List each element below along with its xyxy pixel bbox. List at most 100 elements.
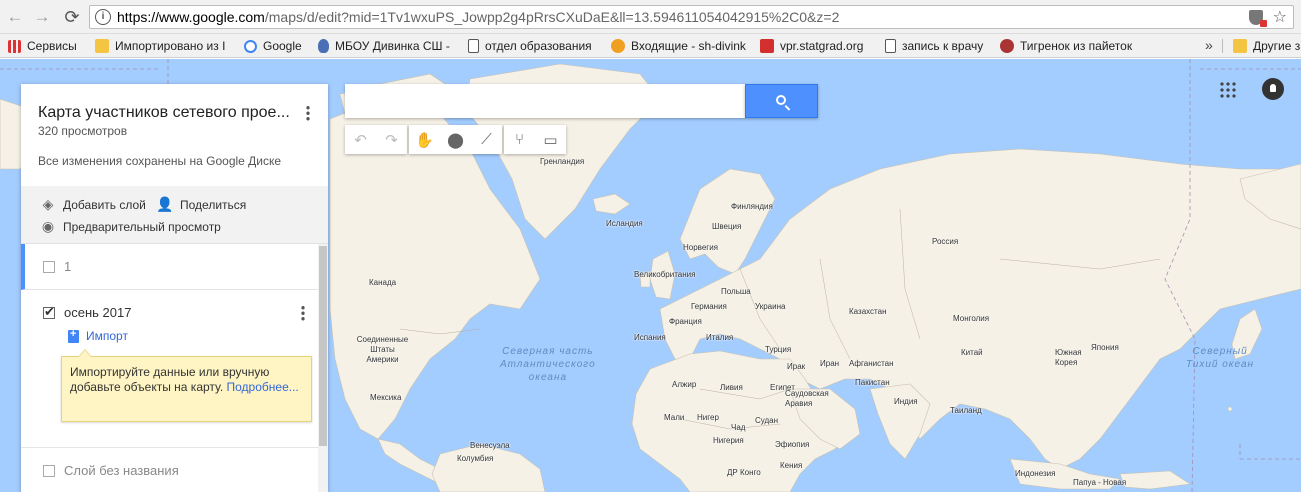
preview-button[interactable]: ◉ Предварительный просмотр [39, 218, 221, 235]
layer-row[interactable]: 1 [21, 244, 320, 290]
ruler-icon[interactable]: ▭ [535, 125, 566, 154]
bookmarks-overflow-button[interactable]: » [1205, 37, 1213, 53]
map-label-china[interactable]: Китай [961, 348, 983, 357]
notifications-icon[interactable] [1262, 78, 1284, 100]
map-label-norway[interactable]: Норвегия [683, 243, 718, 252]
map-label-iceland[interactable]: Исландия [606, 219, 643, 228]
layer-options-menu-icon[interactable] [301, 305, 305, 321]
address-bar[interactable]: i https://www.google.com/maps/d/edit?mid… [89, 5, 1294, 29]
redo-icon[interactable]: ↷ [376, 125, 407, 154]
panel-scroll-thumb[interactable] [319, 246, 327, 446]
share-button[interactable]: 👤 Поделиться [156, 196, 246, 213]
map-label-mexico[interactable]: Мексика [370, 393, 401, 402]
map-label-thailand[interactable]: Таиланд [950, 406, 982, 415]
import-file-icon [68, 328, 79, 343]
google-apps-icon[interactable] [1219, 81, 1236, 98]
map-label-colombia[interactable]: Колумбия [457, 454, 493, 463]
map-label-iraq[interactable]: Ирак [787, 362, 805, 371]
map-label-italy[interactable]: Италия [706, 333, 733, 342]
map-label-usa[interactable]: Соединенные Штаты Америки [355, 335, 410, 365]
bookmark-doctor[interactable]: запись к врачу [885, 37, 991, 55]
layer-name[interactable]: 1 [64, 259, 71, 274]
layer-checkbox[interactable] [43, 261, 55, 273]
undo-icon[interactable]: ↶ [345, 125, 376, 154]
map-label-turkey[interactable]: Турция [765, 345, 791, 354]
map-label-ethiopia[interactable]: Эфиопия [775, 440, 809, 449]
map-views-count: 320 просмотров [38, 124, 128, 138]
url-text[interactable]: https://www.google.com/maps/d/edit?mid=1… [117, 9, 839, 25]
map-label-north-pacific: Северный Тихий океан [1186, 346, 1255, 370]
line-icon[interactable]: ⟋ [471, 125, 502, 154]
bookmark-services[interactable]: Сервисы [8, 37, 88, 55]
map-label-spain[interactable]: Испания [634, 333, 666, 342]
map-label-iran[interactable]: Иран [820, 359, 839, 368]
site-info-icon[interactable]: i [95, 9, 111, 25]
map-label-algeria[interactable]: Алжир [672, 380, 696, 389]
hand-icon[interactable]: ✋ [409, 125, 440, 154]
directions-icon[interactable]: ⑂ [504, 125, 535, 154]
map-label-greenland[interactable]: Гренландия [540, 157, 584, 166]
map-label-pakistan[interactable]: Пакистан [855, 378, 890, 387]
map-label-indonesia[interactable]: Индонезия [1015, 469, 1055, 478]
add-layer-button[interactable]: ◈ Добавить слой [39, 196, 146, 213]
add-person-icon: 👤 [156, 196, 174, 212]
map-label-mali[interactable]: Мали [664, 413, 684, 422]
layer-checkbox[interactable] [43, 304, 55, 320]
layer-name[interactable]: осень 2017 [64, 305, 131, 320]
bookmark-other[interactable]: Другие з [1233, 37, 1301, 55]
map-label-japan[interactable]: Япония [1091, 343, 1119, 352]
map-label-venezuela[interactable]: Венесуэла [470, 441, 510, 450]
folder-icon [95, 39, 109, 53]
map-search-input[interactable] [345, 84, 745, 118]
extension-shield-icon[interactable] [1249, 10, 1267, 27]
reload-icon[interactable]: ⟳ [61, 6, 83, 28]
map-label-finland[interactable]: Финляндия [731, 202, 773, 211]
map-label-mongolia[interactable]: Монголия [953, 314, 989, 323]
map-label-saudi-arabia[interactable]: Саудовская Аравия [785, 389, 833, 409]
map-label-niger[interactable]: Нигер [697, 413, 719, 422]
bookmarks-bar: Сервисы Импортировано из I Google МБОУ Д… [0, 34, 1301, 58]
panel-header: Карта участников сетевого прое... 320 пр… [21, 84, 328, 186]
map-options-menu-icon[interactable] [306, 105, 310, 121]
bookmark-google[interactable]: Google [244, 37, 310, 55]
map-label-germany[interactable]: Германия [691, 302, 727, 311]
map-label-libya[interactable]: Ливия [720, 383, 743, 392]
map-label-kenya[interactable]: Кения [780, 461, 802, 470]
map-label-sudan[interactable]: Судан [755, 416, 778, 425]
map-label-dr-congo[interactable]: ДР Конго [727, 468, 761, 477]
map-label-nigeria[interactable]: Нигерия [713, 436, 744, 445]
bookmark-imported[interactable]: Импортировано из I [95, 37, 232, 55]
map-label-russia[interactable]: Россия [932, 237, 958, 246]
bookmark-inbox[interactable]: Входящие - sh-divink [611, 37, 751, 55]
bookmark-statgrad[interactable]: vpr.statgrad.org [760, 37, 874, 55]
bookmark-tiger[interactable]: Тигренок из пайеток [1000, 37, 1140, 55]
map-label-kazakhstan[interactable]: Казахстан [849, 307, 887, 316]
map-label-poland[interactable]: Польша [721, 287, 751, 296]
bookmark-school[interactable]: МБОУ Дивинка СШ - [318, 37, 454, 55]
layer-name[interactable]: Слой без названия [64, 463, 179, 478]
map-label-ukraine[interactable]: Украина [755, 302, 785, 311]
search-button[interactable] [745, 84, 818, 118]
map-label-north-atlantic: Северная часть Атлантического океана [500, 346, 596, 383]
back-arrow-icon[interactable]: ← [4, 6, 26, 28]
map-label-afghanistan[interactable]: Афганистан [849, 359, 894, 368]
marker-icon[interactable]: ⬤ [440, 125, 471, 154]
browser-toolbar: ← → ⟳ i https://www.google.com/maps/d/ed… [0, 0, 1301, 34]
map-label-france[interactable]: Франция [669, 317, 702, 326]
map-title[interactable]: Карта участников сетевого прое... [38, 104, 300, 122]
separator [1222, 39, 1223, 53]
import-link[interactable]: Импорт [68, 328, 128, 343]
map-label-india[interactable]: Индия [894, 397, 918, 406]
forward-arrow-icon[interactable]: → [31, 6, 53, 28]
undo-redo-group: ↶ ↷ [345, 125, 407, 154]
map-label-south-korea[interactable]: Южная Корея [1055, 348, 1085, 368]
bookmark-star-icon[interactable]: ☆ [1273, 7, 1287, 27]
map-label-canada[interactable]: Канада [369, 278, 396, 287]
learn-more-link[interactable]: Подробнее... [227, 380, 299, 394]
bookmark-education-dept[interactable]: отдел образования [468, 37, 602, 55]
layer-checkbox[interactable] [43, 465, 55, 477]
map-label-chad[interactable]: Чад [731, 423, 745, 432]
map-label-sweden[interactable]: Швеция [712, 222, 741, 231]
map-label-uk[interactable]: Великобритания [634, 270, 695, 279]
map-label-png[interactable]: Папуа - Новая [1073, 478, 1126, 487]
